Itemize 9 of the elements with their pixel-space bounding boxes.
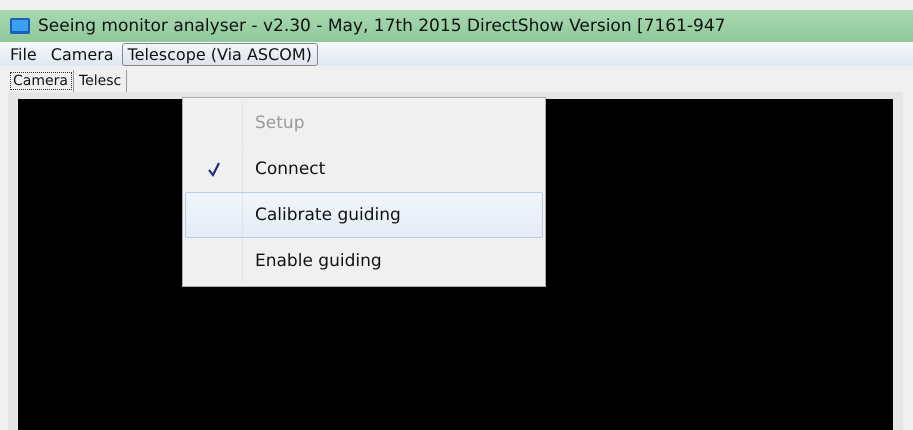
window-title: Seeing monitor analyser - v2.30 - May, 17th 2015 DirectShow Version [7161-947 [38,16,726,36]
menu-item[interactable]: File [4,42,43,66]
menu-option[interactable]: Connect [185,146,543,192]
tab[interactable]: Camera [8,70,74,92]
menu-item[interactable]: Telescope (Via ASCOM) [122,42,318,66]
menu-option[interactable]: Enable guiding [185,238,543,284]
window-icon [10,18,30,34]
menu-option[interactable]: Calibrate guiding [185,192,543,238]
menu-item[interactable]: Camera [44,42,120,66]
